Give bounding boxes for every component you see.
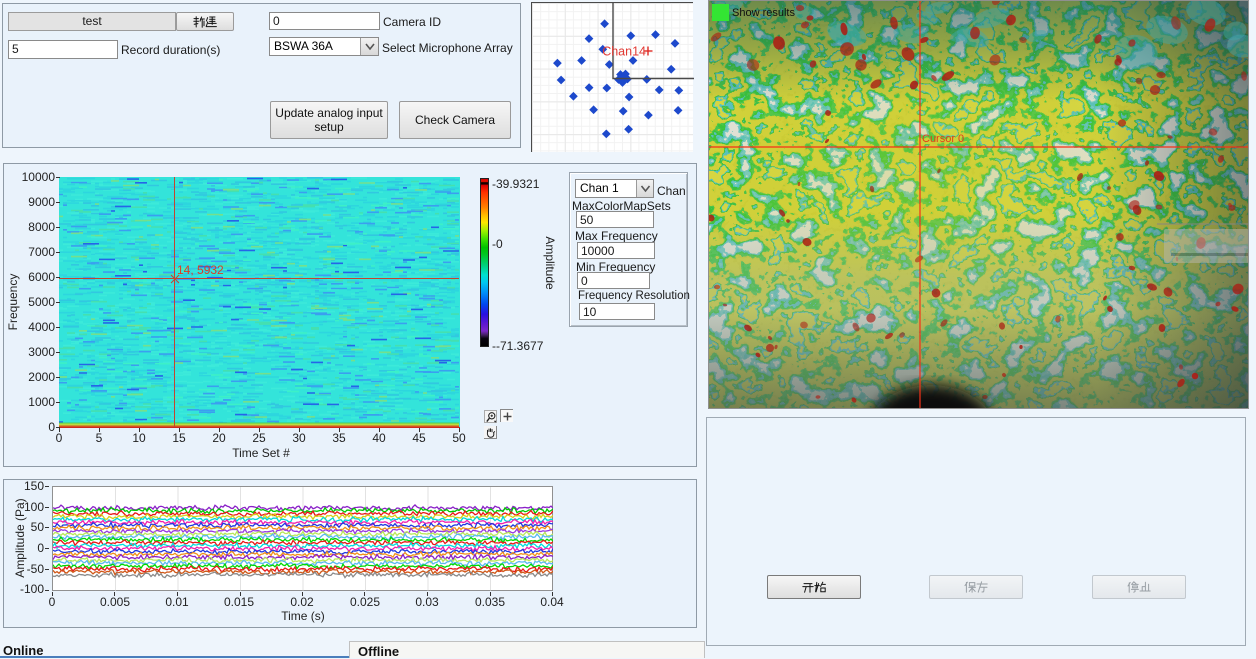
svg-text:Show results: Show results <box>732 7 795 19</box>
svg-text:Cursor 0: Cursor 0 <box>922 133 964 145</box>
svg-text:Chan14: Chan14 <box>602 45 646 59</box>
